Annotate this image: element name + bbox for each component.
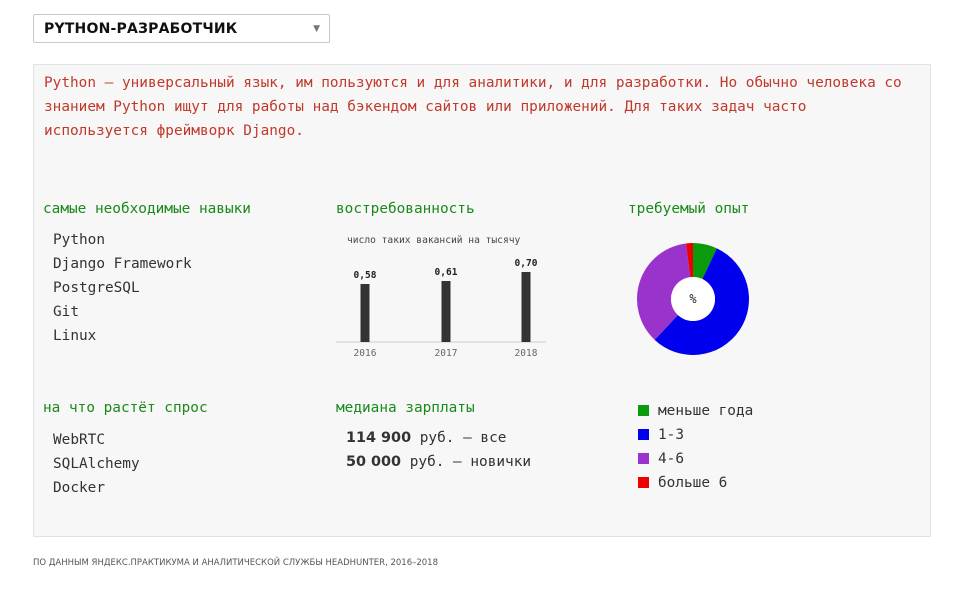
intro-text: Python — универсальный язык, им пользуют… [44,75,902,139]
donut-center-label: % [689,292,697,306]
growth-list: WebRTC SQLAlchemy Docker [53,428,140,500]
salary-all-value: 114 900 [346,430,412,446]
legend-swatch [638,477,649,488]
skill-item: Git [53,304,79,320]
dropdown-selected-value: PYTHON-РАЗРАБОТЧИК [44,21,238,37]
legend-label: 4-6 [658,451,684,467]
salary-junior: 50 000 руб. — новички [346,454,531,470]
legend-swatch [638,453,649,464]
skill-item: Django Framework [53,256,192,272]
x-tick-label: 2017 [435,348,458,359]
growth-heading: на что растёт спрос [43,400,208,416]
legend-item: 4-6 [638,447,753,471]
profession-dropdown[interactable]: PYTHON-РАЗРАБОТЧИК ▼ [33,14,330,43]
legend-swatch [638,429,649,440]
growth-item: WebRTC [53,432,105,448]
legend-item: 1-3 [638,423,753,447]
legend-item: меньше года [638,399,753,423]
experience-donut-chart: % [637,243,749,355]
legend-label: 1-3 [658,427,684,443]
salary-all-label: руб. — все [411,430,507,446]
x-tick-label: 2018 [515,348,538,359]
legend-item: больше 6 [638,471,753,495]
bar-value-label: 0,58 [354,270,377,281]
profession-card: Python — универсальный язык, им пользуют… [33,64,931,537]
skill-item: Linux [53,328,97,344]
skills-heading: самые необходимые навыки [43,201,251,217]
bar-value-label: 0,61 [435,267,458,278]
growth-item: Docker [53,480,105,496]
experience-heading: требуемый опыт [628,201,750,217]
demand-bar-chart: 0,58 2016 0,61 2017 0,70 2018 [336,258,546,359]
salary-junior-value: 50 000 [346,454,402,470]
growth-item: SQLAlchemy [53,456,140,472]
bar-2016 [360,284,370,342]
skill-item: PostgreSQL [53,280,140,296]
legend-swatch [638,405,649,416]
demand-heading: востребованность [336,201,475,217]
x-tick-label: 2016 [354,348,377,359]
legend-label: больше 6 [658,475,728,491]
legend-label: меньше года [658,403,754,419]
source-footnote: ПО ДАННЫМ ЯНДЕКС.ПРАКТИКУМА И АНАЛИТИЧЕС… [33,558,438,568]
salary-all: 114 900 руб. — все [346,430,506,446]
bar-2018 [521,272,531,342]
salary-heading: медиана зарплаты [336,400,475,416]
bar-2017 [441,281,451,342]
salary-junior-label: руб. — новички [401,454,532,470]
skill-item: Python [53,232,105,248]
experience-legend: меньше года 1-3 4-6 больше 6 [638,399,753,495]
bar-value-label: 0,70 [515,258,538,269]
skills-list: Python Django Framework PostgreSQL Git L… [53,228,192,348]
chevron-down-icon: ▼ [313,24,320,34]
